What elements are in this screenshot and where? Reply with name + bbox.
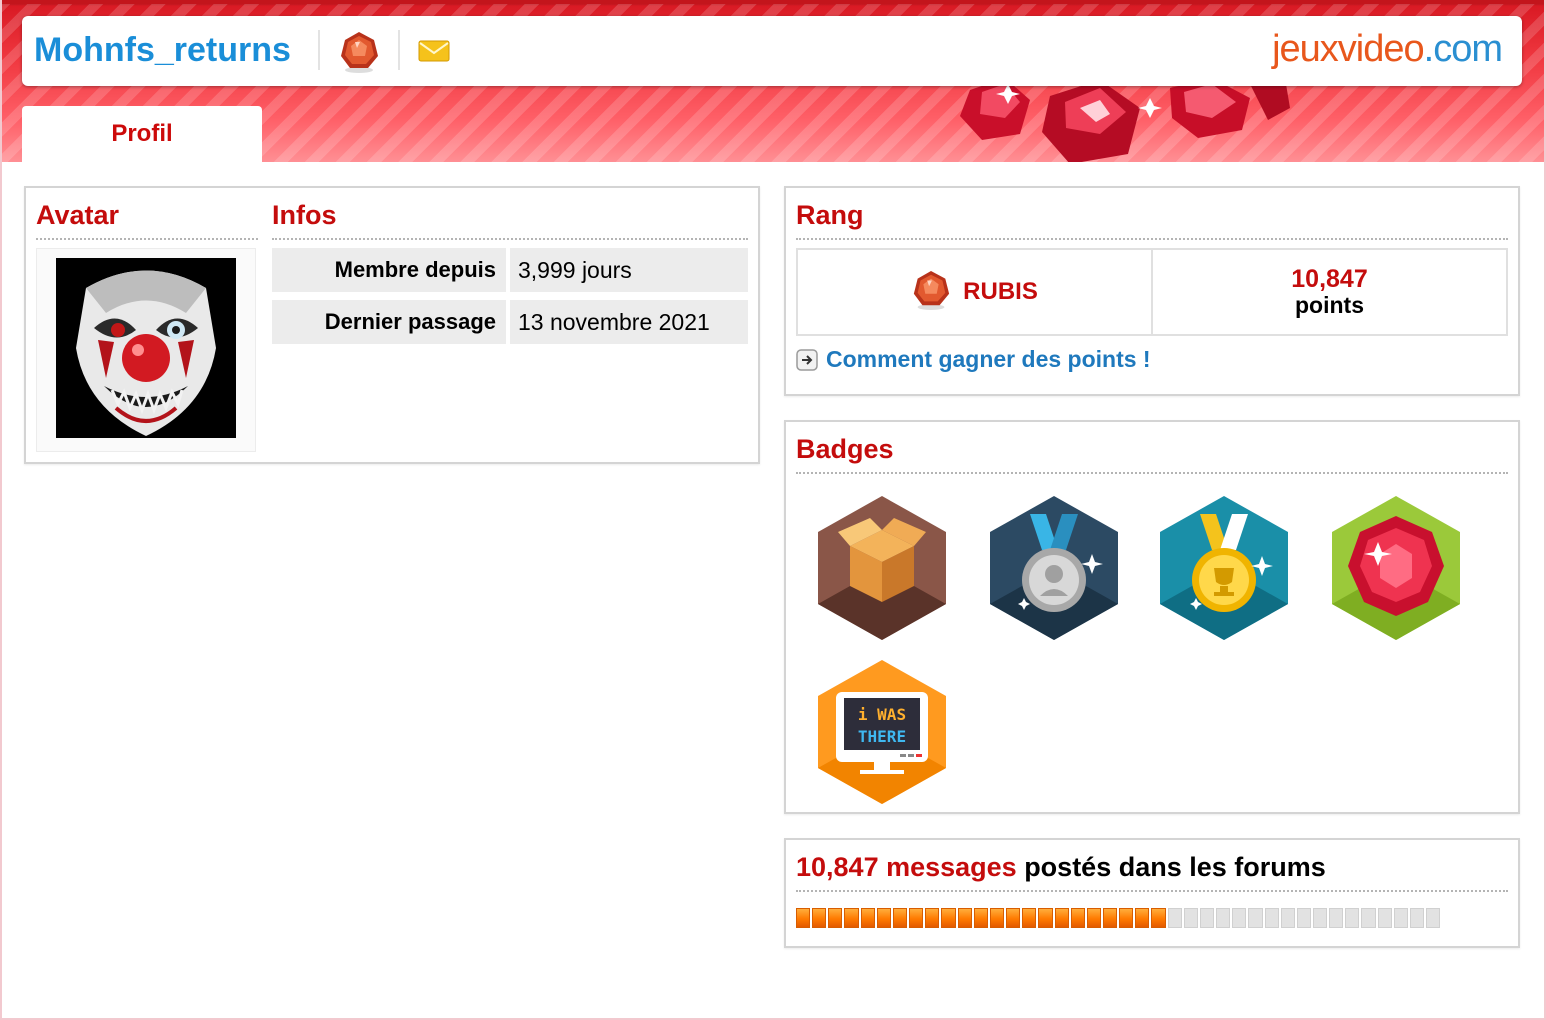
info-value: 13 novembre 2021 xyxy=(510,300,748,344)
messages-title: 10,847 messages postés dans les forums xyxy=(796,850,1508,892)
progress-segment xyxy=(1119,908,1134,928)
infos-section: Infos Membre depuis 3,999 jours Dernier … xyxy=(272,198,748,344)
progress-segment xyxy=(941,908,956,928)
progress-segment xyxy=(1183,908,1198,928)
points-cell: 10,847 points xyxy=(1151,250,1506,334)
progress-segment xyxy=(1377,908,1392,928)
points-value: 10,847 xyxy=(1291,265,1368,293)
progress-segment xyxy=(1022,908,1037,928)
rank-cell: RUBIS xyxy=(798,250,1151,334)
rank-table: RUBIS 10,847 points xyxy=(796,248,1508,336)
progress-segment xyxy=(1054,908,1069,928)
info-label: Dernier passage xyxy=(272,300,506,344)
infos-heading: Infos xyxy=(272,198,748,240)
box-badge[interactable] xyxy=(816,494,948,642)
progress-segment xyxy=(1167,908,1182,928)
progress-segment xyxy=(909,908,924,928)
i-was-there-badge[interactable]: i WAS THERE xyxy=(816,658,948,806)
messages-progress-bar xyxy=(796,908,1441,928)
progress-segment xyxy=(1102,908,1118,928)
progress-segment xyxy=(1086,908,1101,928)
messages-card: 10,847 messages postés dans les forums xyxy=(784,838,1520,948)
avatar-section: Avatar xyxy=(36,198,258,452)
progress-segment xyxy=(957,908,972,928)
badge-text-line1: i WAS xyxy=(858,705,906,724)
tab-profil[interactable]: Profil xyxy=(22,106,262,164)
progress-segment xyxy=(1038,908,1053,928)
progress-segment xyxy=(796,908,811,928)
progress-segment xyxy=(1135,908,1150,928)
username[interactable]: Mohnfs_returns xyxy=(34,30,291,70)
avatar[interactable] xyxy=(56,258,236,438)
avatar-heading: Avatar xyxy=(36,198,258,240)
info-label: Membre depuis xyxy=(272,248,506,292)
progress-segment xyxy=(812,908,827,928)
header-divider xyxy=(398,30,400,70)
rank-heading: Rang xyxy=(796,198,1508,240)
link-label[interactable]: Comment gagner des points ! xyxy=(826,346,1151,373)
info-value: 3,999 jours xyxy=(510,248,748,292)
points-label: points xyxy=(1295,292,1364,318)
badges-heading: Badges xyxy=(796,432,1508,474)
rank-card: Rang RUBIS 10,847 points Comment gagner … xyxy=(784,186,1520,396)
gold-medal-badge[interactable] xyxy=(1158,494,1290,642)
badge-text-line2: THERE xyxy=(858,727,906,746)
progress-segment xyxy=(1393,908,1408,928)
progress-segment xyxy=(1232,908,1247,928)
progress-segment xyxy=(1264,908,1279,928)
profile-header-bar: Mohnfs_returns jeuxvideo.com xyxy=(22,16,1522,86)
progress-segment xyxy=(925,908,940,928)
progress-segment xyxy=(1329,908,1344,928)
progress-segment xyxy=(1345,908,1360,928)
profile-card: Avatar Infos Membre depuis 3,999 jours D… xyxy=(24,186,760,464)
info-row-last-visit: Dernier passage 13 novembre 2021 xyxy=(272,300,748,344)
progress-segment xyxy=(892,908,908,928)
ruby-badge[interactable] xyxy=(1330,494,1462,642)
progress-segment xyxy=(1280,908,1295,928)
progress-segment xyxy=(1006,908,1021,928)
arrow-right-icon xyxy=(796,348,818,371)
jeuxvideo-logo[interactable]: jeuxvideo.com xyxy=(1272,26,1503,72)
how-to-earn-points-link[interactable]: Comment gagner des points ! xyxy=(796,346,1508,373)
badges-card: Badges i WAS THERE xyxy=(784,420,1520,814)
progress-segment xyxy=(1248,908,1263,928)
progress-segment xyxy=(973,908,988,928)
rank-name: RUBIS xyxy=(963,278,1038,305)
messages-suffix: postés dans les forums xyxy=(1016,852,1326,882)
messages-count: 10,847 messages xyxy=(796,852,1017,882)
progress-segment xyxy=(1070,908,1085,928)
progress-segment xyxy=(1296,908,1311,928)
avatar-frame xyxy=(36,248,256,452)
silver-medal-badge[interactable] xyxy=(988,494,1120,642)
progress-segment xyxy=(1151,908,1166,928)
progress-segment xyxy=(1426,908,1441,928)
ruby-gem-icon xyxy=(911,269,951,316)
progress-segment xyxy=(828,908,843,928)
progress-segment xyxy=(844,908,859,928)
progress-segment xyxy=(1313,908,1328,928)
info-row-member-since: Membre depuis 3,999 jours xyxy=(272,248,748,292)
progress-segment xyxy=(989,908,1005,928)
header-divider xyxy=(318,30,320,70)
progress-segment xyxy=(860,908,875,928)
progress-segment xyxy=(1409,908,1425,928)
progress-segment xyxy=(876,908,891,928)
envelope-icon[interactable] xyxy=(418,40,450,62)
progress-segment xyxy=(1361,908,1376,928)
progress-segment xyxy=(1199,908,1215,928)
progress-segment xyxy=(1216,908,1231,928)
ruby-gem-icon xyxy=(338,30,380,74)
